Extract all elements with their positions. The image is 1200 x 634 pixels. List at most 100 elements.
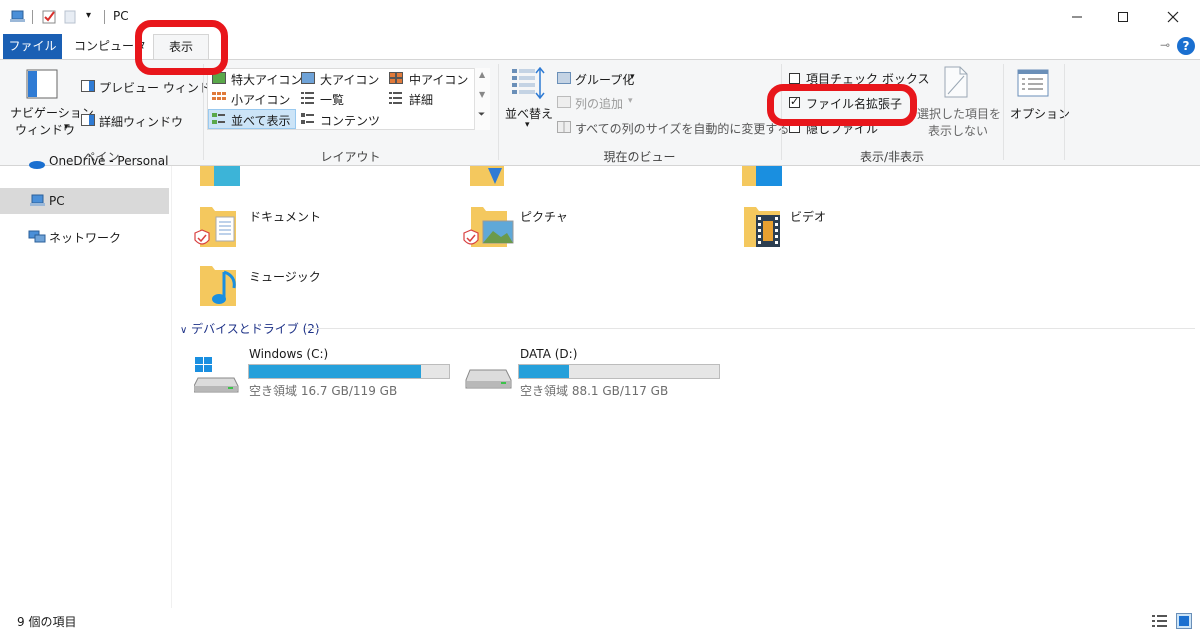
devices-header-label: デバイスとドライブ (2) — [191, 322, 320, 336]
large-icons-view-icon[interactable] — [1176, 613, 1192, 629]
preview-pane-button[interactable]: プレビュー ウィンドウ — [99, 79, 223, 96]
drive-usage-fill-d — [519, 365, 569, 378]
nav-label-onedrive: OneDrive - Personal — [49, 154, 169, 168]
status-bar: 9 個の項目 — [0, 608, 1200, 634]
details-icon — [389, 92, 402, 104]
network-icon — [28, 230, 46, 243]
close-icon — [1167, 11, 1179, 23]
details-view-icon[interactable] — [1152, 614, 1168, 628]
add-columns-button: 列の追加 — [575, 97, 624, 111]
layout-extra-large-icons[interactable]: 特大アイコン — [231, 71, 302, 88]
content-icon — [301, 113, 314, 124]
annotation-file-extensions — [767, 84, 917, 126]
navigation-pane: OneDrive - Personal PC ネットワーク — [0, 154, 171, 608]
autosize-columns-button[interactable]: すべての列のサイズを自動的に変更する — [575, 120, 789, 137]
music-folder-icon — [200, 266, 236, 306]
nav-item-onedrive[interactable]: OneDrive - Personal — [0, 154, 169, 180]
section-divider — [305, 328, 1195, 329]
window-title: PC — [113, 9, 129, 23]
quick-access-dropdown-icon[interactable]: ▾ — [86, 10, 91, 21]
hide-selected-items-icon — [944, 66, 968, 98]
hide-selected-line1[interactable]: 選択した項目を — [917, 105, 1001, 122]
ribbon: ナビゲーション ウィンドウ ▾ プレビュー ウィンドウ 詳細ウィンドウ ペイン … — [0, 59, 1200, 166]
layout-gallery-scrollbar[interactable]: ▲ ▼ ⏷ — [474, 68, 490, 130]
documents-folder-icon — [194, 207, 236, 247]
hard-drive-icon — [465, 369, 512, 389]
add-columns-icon — [557, 96, 571, 108]
scroll-up-icon[interactable]: ▲ — [479, 70, 485, 79]
maximize-icon — [1118, 12, 1128, 22]
minimize-button[interactable] — [1054, 0, 1100, 34]
scroll-down-icon[interactable]: ▼ — [479, 90, 485, 99]
layout-tiles[interactable]: 並べて表示 — [231, 112, 291, 129]
drive-free-c: 空き領域 16.7 GB/119 GB — [249, 384, 398, 398]
pin-ribbon-icon[interactable]: ⊸ — [1160, 38, 1170, 52]
pc-app-icon — [10, 10, 25, 22]
group-by-icon — [557, 72, 571, 84]
item-count: 9 個の項目 — [17, 615, 77, 629]
navigation-pane-icon — [26, 69, 58, 99]
nav-label-network: ネットワーク — [49, 231, 122, 245]
preview-pane-icon — [81, 80, 95, 92]
show-hide-group-label: 表示/非表示 — [859, 150, 925, 164]
pc-icon — [30, 194, 45, 206]
new-folder-icon[interactable] — [64, 9, 78, 25]
folder-icon-3d-objects — [200, 166, 240, 186]
pictures-folder-icon — [463, 207, 514, 247]
nav-item-network[interactable]: ネットワーク — [0, 223, 169, 249]
drive-usage-bar-c — [248, 364, 450, 379]
add-columns-dropdown-icon: ▾ — [628, 96, 633, 106]
folder-label-documents: ドキュメント — [249, 210, 322, 224]
small-icons-icon — [212, 92, 226, 100]
annotation-view-tab — [135, 20, 228, 75]
current-view-group-label: 現在のビュー — [603, 150, 676, 164]
group-dropdown-icon: ▾ — [630, 72, 635, 82]
cloud-icon — [29, 161, 45, 169]
chevron-down-icon: ∨ — [180, 325, 188, 336]
layout-large-icons[interactable]: 大アイコン — [320, 71, 379, 88]
layout-list[interactable]: 一覧 — [320, 91, 344, 108]
layout-group-label: レイアウト — [320, 150, 381, 164]
tiles-icon — [212, 113, 225, 124]
medium-icons-icon — [389, 72, 403, 84]
nav-label-pc: PC — [49, 194, 65, 208]
folder-label-pictures: ピクチャ — [520, 210, 568, 224]
layout-details[interactable]: 詳細 — [409, 91, 433, 108]
details-pane-button[interactable]: 詳細ウィンドウ — [99, 113, 183, 130]
drive-usage-bar-d — [518, 364, 720, 379]
folder-icon-desktop — [742, 166, 782, 186]
large-icons-icon — [301, 72, 315, 84]
item-checkboxes-checkbox[interactable] — [789, 73, 800, 84]
videos-folder-icon — [744, 207, 780, 247]
drive-free-d: 空き領域 88.1 GB/117 GB — [520, 384, 669, 398]
sort-dropdown-icon: ▾ — [525, 120, 530, 130]
folder-label-music: ミュージック — [249, 270, 321, 284]
options-icon — [1017, 69, 1049, 97]
drive-usage-fill-c — [249, 365, 421, 378]
layout-content[interactable]: コンテンツ — [320, 112, 380, 129]
maximize-button[interactable] — [1100, 0, 1146, 34]
details-pane-icon — [81, 114, 95, 126]
gallery-expand-icon[interactable]: ⏷ — [478, 110, 485, 120]
tab-file[interactable]: ファイル — [3, 34, 62, 59]
properties-icon[interactable] — [42, 9, 58, 25]
close-button[interactable] — [1150, 0, 1196, 34]
drive-name-c: Windows (C:) — [249, 347, 329, 361]
chevron-down-icon: ▾ — [64, 122, 69, 132]
sort-by-icon — [512, 67, 545, 100]
minimize-icon — [1072, 16, 1082, 18]
help-icon[interactable]: ? — [1177, 37, 1195, 55]
folder-label-videos: ビデオ — [790, 210, 827, 224]
devices-section-header[interactable]: ∨ デバイスとドライブ (2) — [180, 320, 320, 337]
nav-item-pc[interactable]: PC — [0, 188, 169, 214]
group-by-button[interactable]: グループ化 — [575, 71, 634, 88]
windows-drive-icon — [194, 357, 239, 393]
hide-selected-line2[interactable]: 表示しない — [928, 122, 988, 139]
autosize-columns-icon — [557, 121, 571, 133]
options-button[interactable]: オプション — [1010, 105, 1070, 122]
layout-medium-icons[interactable]: 中アイコン — [409, 71, 468, 88]
layout-small-icons[interactable]: 小アイコン — [231, 91, 290, 108]
drive-name-d: DATA (D:) — [520, 347, 578, 361]
list-icon — [301, 92, 314, 104]
folder-icon-downloads — [470, 166, 504, 186]
